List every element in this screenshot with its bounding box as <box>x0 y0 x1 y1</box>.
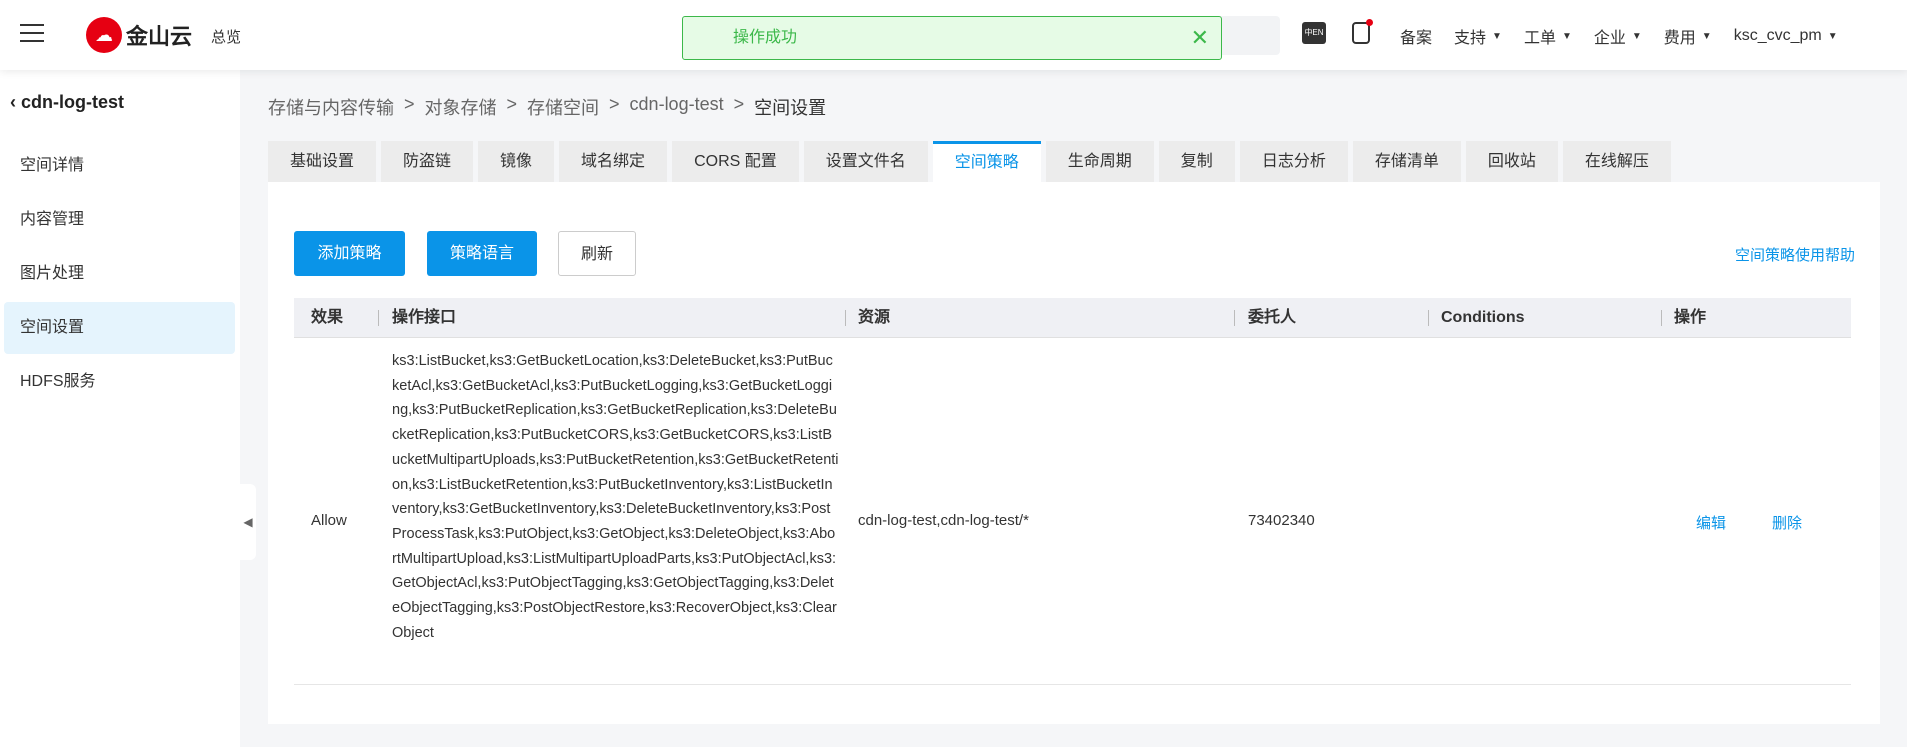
logo[interactable]: ☁ 金山云 <box>86 17 192 53</box>
sidebar-item[interactable]: 内容管理 <box>4 194 235 246</box>
breadcrumb-item: 空间设置 <box>754 98 827 118</box>
header-operations: 操作 <box>1674 309 1707 326</box>
notification-dot <box>1366 19 1373 26</box>
nav-item[interactable]: ksc_cvc_pm ▼ <box>1734 27 1838 45</box>
nav-item-label: 企业 <box>1593 30 1626 47</box>
breadcrumb: 存储与内容传输 > 对象存储 > 存储空间 > cdn-log-test > 空间设置 <box>268 94 826 120</box>
breadcrumb-separator: > <box>506 94 518 114</box>
nav-item[interactable]: 工单 ▼ <box>1524 24 1572 48</box>
column-divider <box>845 310 846 326</box>
edit-button[interactable]: 编辑 <box>1696 512 1726 533</box>
effect-cell: Allow <box>311 512 347 529</box>
caret-down-icon: ▼ <box>1561 30 1572 42</box>
breadcrumb-separator: > <box>609 94 620 114</box>
delete-button[interactable]: 删除 <box>1772 512 1802 533</box>
tab-item[interactable]: 生命周期 <box>1045 141 1154 182</box>
table-header: 效果 操作接口 资源 委托人 Conditions 操作 <box>294 298 1851 338</box>
toast-message: 操作成功 <box>733 29 798 46</box>
nav-item-label: 费用 <box>1663 30 1696 47</box>
column-divider <box>1661 310 1662 326</box>
tab-item[interactable]: 复制 <box>1158 141 1235 182</box>
chevron-left-icon: ‹ <box>10 92 21 112</box>
sidebar-item[interactable]: 图片处理 <box>4 248 235 300</box>
header-effect: 效果 <box>311 309 344 326</box>
message-icon[interactable] <box>1352 19 1373 44</box>
actions-cell: ks3:ListBucket,ks3:GetBucketLocation,ks3… <box>392 353 839 641</box>
principal-cell: 73402340 <box>1248 512 1315 529</box>
nav-item-label: ksc_cvc_pm <box>1733 27 1822 44</box>
caret-down-icon: ▼ <box>1827 30 1838 42</box>
tab-item[interactable]: 设置文件名 <box>803 141 928 182</box>
nav-item-label: 备案 <box>1400 30 1433 47</box>
tab-item[interactable]: 在线解压 <box>1562 141 1671 182</box>
sidebar-item[interactable]: 空间设置 <box>4 302 235 354</box>
tab-item[interactable]: CORS 配置 <box>672 141 799 182</box>
menu-icon[interactable] <box>20 24 44 44</box>
header-actions: 操作接口 <box>392 309 457 326</box>
success-toast: 操作成功 ✕ <box>682 16 1222 60</box>
resource-cell: cdn-log-test,cdn-log-test/* <box>858 512 1029 529</box>
settings-tabs: 基础设置 防盗链 镜像 域名绑定 CORS 配置 设置文件名 空间策略 生命周期 复制 日志分析存… <box>268 141 1671 182</box>
nav-item[interactable]: 企业 ▼ <box>1594 24 1642 48</box>
tab-item[interactable]: 基础设置 <box>268 141 377 182</box>
sidebar-item[interactable]: HDFS服务 <box>4 356 235 408</box>
caret-down-icon: ▼ <box>1631 30 1642 42</box>
sidebar-item[interactable]: 空间详情 <box>4 140 235 192</box>
nav-item[interactable]: 备案 <box>1400 24 1432 48</box>
add-policy-button[interactable]: 添加策略 <box>294 231 405 276</box>
breadcrumb-separator: > <box>404 94 415 114</box>
cloud-logo-icon: ☁ <box>86 17 122 53</box>
tab-item[interactable]: 防盗链 <box>381 141 474 182</box>
breadcrumb-separator: > <box>733 94 745 114</box>
tab-item[interactable]: 镜像 <box>478 141 555 182</box>
sidebar: ‹ cdn-log-test 空间详情 内容管理 图片处理 空间设置 HDFS服务 <box>0 70 240 747</box>
close-icon[interactable]: ✕ <box>1191 17 1209 59</box>
breadcrumb-item[interactable]: cdn-log-test <box>630 94 724 120</box>
bucket-name: cdn-log-test <box>21 92 124 112</box>
policy-language-button[interactable]: 策略语言 <box>427 231 537 276</box>
nav-item[interactable]: 支持 ▼ <box>1454 24 1502 48</box>
tab-item[interactable]: 日志分析 <box>1239 141 1348 182</box>
column-divider <box>1428 310 1429 326</box>
nav-item[interactable]: 费用 ▼ <box>1664 24 1712 48</box>
nav-item-label: 支持 <box>1454 30 1487 47</box>
top-nav: 备案 支持 ▼ 工单 ▼ 企业 ▼ 费用 ▼ ksc_cvc_pm ▼ <box>1400 24 1838 48</box>
breadcrumb-item[interactable]: 存储空间 <box>527 94 599 120</box>
breadcrumb-item[interactable]: 存储与内容传输 <box>268 94 394 120</box>
header-principal: 委托人 <box>1248 309 1297 326</box>
brand-name: 金山云 <box>126 24 193 49</box>
top-bar: ☁ 金山云 总览 操作成功 ✕ 中EN 备案 支持 ▼ 工单 ▼ 企业 ▼ 费用 ▼ ksc_cv… <box>0 0 1907 70</box>
caret-left-icon: ◀ <box>243 515 253 529</box>
breadcrumb-item[interactable]: 对象存储 <box>425 94 497 120</box>
collapse-sidebar-button[interactable]: ◀ <box>240 484 256 560</box>
tab-item[interactable]: 回收站 <box>1465 141 1558 182</box>
policy-panel: 添加策略 策略语言 刷新 空间策略使用帮助 效果 操作接口 资源 委托人 Con… <box>268 182 1880 724</box>
column-divider <box>378 310 379 326</box>
caret-down-icon: ▼ <box>1492 30 1502 42</box>
column-divider <box>1234 310 1235 326</box>
back-bucket-title[interactable]: ‹ cdn-log-test <box>10 92 124 113</box>
header-resource: 资源 <box>858 309 891 326</box>
tab-item[interactable]: 空间策略 <box>932 141 1041 182</box>
caret-down-icon: ▼ <box>1701 30 1712 42</box>
tab-item[interactable]: 存储清单 <box>1352 141 1461 182</box>
table-row: Allow ks3:ListBucket,ks3:GetBucketLocati… <box>294 338 1851 685</box>
nav-item-label: 工单 <box>1523 30 1556 47</box>
language-icon[interactable]: 中EN <box>1302 22 1326 44</box>
policy-help-link[interactable]: 空间策略使用帮助 <box>1735 244 1855 265</box>
tab-item[interactable]: 域名绑定 <box>559 141 668 182</box>
overview-link[interactable]: 总览 <box>211 26 241 47</box>
refresh-button[interactable]: 刷新 <box>558 231 636 276</box>
header-conditions: Conditions <box>1441 309 1525 326</box>
